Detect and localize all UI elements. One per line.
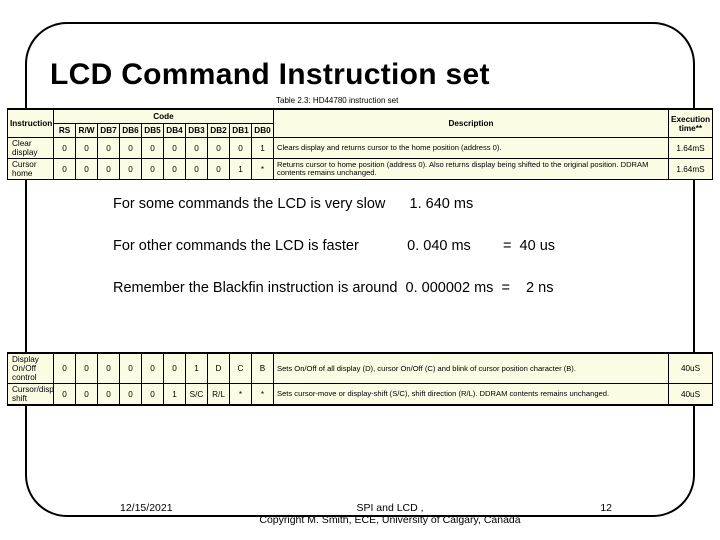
col-db6: DB6: [120, 124, 142, 138]
cell-instr: Cursor home: [8, 159, 54, 180]
cell-bit: 0: [186, 159, 208, 180]
footer: 12/15/2021 SPI and LCD , Copyright M. Sm…: [0, 500, 720, 534]
cell-desc: Returns cursor to home position (address…: [274, 159, 669, 180]
cell-desc: Clears display and returns cursor to the…: [274, 138, 669, 159]
cell-exec: 1.64mS: [669, 159, 713, 180]
cell-bit: 0: [142, 138, 164, 159]
instruction-table-top: Instruction Code Description Execution t…: [7, 108, 713, 180]
cell-bit: D: [208, 354, 230, 384]
cell-bit: 1: [252, 138, 274, 159]
cell-instr: Clear display: [8, 138, 54, 159]
cell-exec: 1.64mS: [669, 138, 713, 159]
cell-bit: 0: [164, 138, 186, 159]
col-rw: R/W: [76, 124, 98, 138]
cell-bit: 1: [164, 384, 186, 405]
cell-bit: *: [230, 384, 252, 405]
body-line-3: Remember the Blackfin instruction is aro…: [113, 280, 553, 296]
slide: LCD Command Instruction set Table 2.3: H…: [0, 0, 720, 540]
table-row: Cursor/display shift 0 0 0 0 0 1 S/C R/L…: [8, 384, 713, 405]
cell-bit: 0: [208, 138, 230, 159]
cell-bit: 0: [142, 159, 164, 180]
col-code: Code: [54, 110, 274, 124]
cell-bit: 0: [54, 138, 76, 159]
footer-mid-line2: Copyright M. Smith, ECE, University of C…: [259, 514, 520, 526]
footer-page-number: 12: [600, 502, 612, 514]
body-line-1: For some commands the LCD is very slow 1…: [113, 196, 473, 212]
col-exec: Execution time**: [669, 110, 713, 138]
cell-bit: S/C: [186, 384, 208, 405]
cell-exec: 40uS: [669, 354, 713, 384]
table-row: Display On/Off control 0 0 0 0 0 0 1 D C…: [8, 354, 713, 384]
cell-exec: 40uS: [669, 384, 713, 405]
col-db3: DB3: [186, 124, 208, 138]
cell-bit: 0: [120, 384, 142, 405]
col-db0: DB0: [252, 124, 274, 138]
col-db4: DB4: [164, 124, 186, 138]
col-db5: DB5: [142, 124, 164, 138]
cell-bit: R/L: [208, 384, 230, 405]
cell-bit: B: [252, 354, 274, 384]
instruction-table-bottom-table: Display On/Off control 0 0 0 0 0 0 1 D C…: [7, 353, 713, 405]
cell-bit: C: [230, 354, 252, 384]
cell-bit: 0: [76, 354, 98, 384]
slide-title: LCD Command Instruction set: [50, 58, 670, 92]
footer-mid-line1: SPI and LCD ,: [356, 502, 423, 514]
cell-bit: 0: [120, 354, 142, 384]
cell-bit: 0: [98, 384, 120, 405]
cell-bit: 0: [76, 384, 98, 405]
cell-bit: 1: [230, 159, 252, 180]
col-db2: DB2: [208, 124, 230, 138]
cell-bit: 0: [98, 354, 120, 384]
col-db7: DB7: [98, 124, 120, 138]
instruction-table-bottom: Display On/Off control 0 0 0 0 0 0 1 D C…: [7, 352, 713, 406]
cell-bit: 0: [54, 354, 76, 384]
cell-bit: 1: [186, 354, 208, 384]
cell-bit: 0: [120, 159, 142, 180]
table-row: Clear display 0 0 0 0 0 0 0 0 0 1 Clears…: [8, 138, 713, 159]
body-line-2: For other commands the LCD is faster 0. …: [113, 238, 555, 254]
cell-desc: Sets cursor-move or display-shift (S/C),…: [274, 384, 669, 405]
cell-bit: 0: [98, 138, 120, 159]
cell-bit: 0: [54, 384, 76, 405]
cell-bit: *: [252, 159, 274, 180]
cell-bit: 0: [208, 159, 230, 180]
table-row: Cursor home 0 0 0 0 0 0 0 0 1 * Returns …: [8, 159, 713, 180]
cell-bit: 0: [76, 159, 98, 180]
cell-bit: 0: [142, 354, 164, 384]
cell-bit: 0: [98, 159, 120, 180]
instruction-table-top-table: Instruction Code Description Execution t…: [7, 109, 713, 180]
cell-bit: 0: [142, 384, 164, 405]
cell-bit: 0: [164, 354, 186, 384]
table-header-row-1: Instruction Code Description Execution t…: [8, 110, 713, 124]
col-db1: DB1: [230, 124, 252, 138]
footer-date: 12/15/2021: [120, 502, 173, 514]
cell-bit: 0: [54, 159, 76, 180]
cell-bit: 0: [164, 159, 186, 180]
col-rs: RS: [54, 124, 76, 138]
cell-instr: Display On/Off control: [8, 354, 54, 384]
cell-desc: Sets On/Off of all display (D), cursor O…: [274, 354, 669, 384]
cell-bit: 0: [186, 138, 208, 159]
table-caption: Table 2.3: HD44780 instruction set: [276, 96, 398, 105]
cell-bit: 0: [76, 138, 98, 159]
footer-center: SPI and LCD , Copyright M. Smith, ECE, U…: [235, 502, 545, 526]
cell-bit: *: [252, 384, 274, 405]
cell-bit: 0: [120, 138, 142, 159]
col-description: Description: [274, 110, 669, 138]
col-instruction: Instruction: [8, 110, 54, 138]
cell-instr: Cursor/display shift: [8, 384, 54, 405]
cell-bit: 0: [230, 138, 252, 159]
